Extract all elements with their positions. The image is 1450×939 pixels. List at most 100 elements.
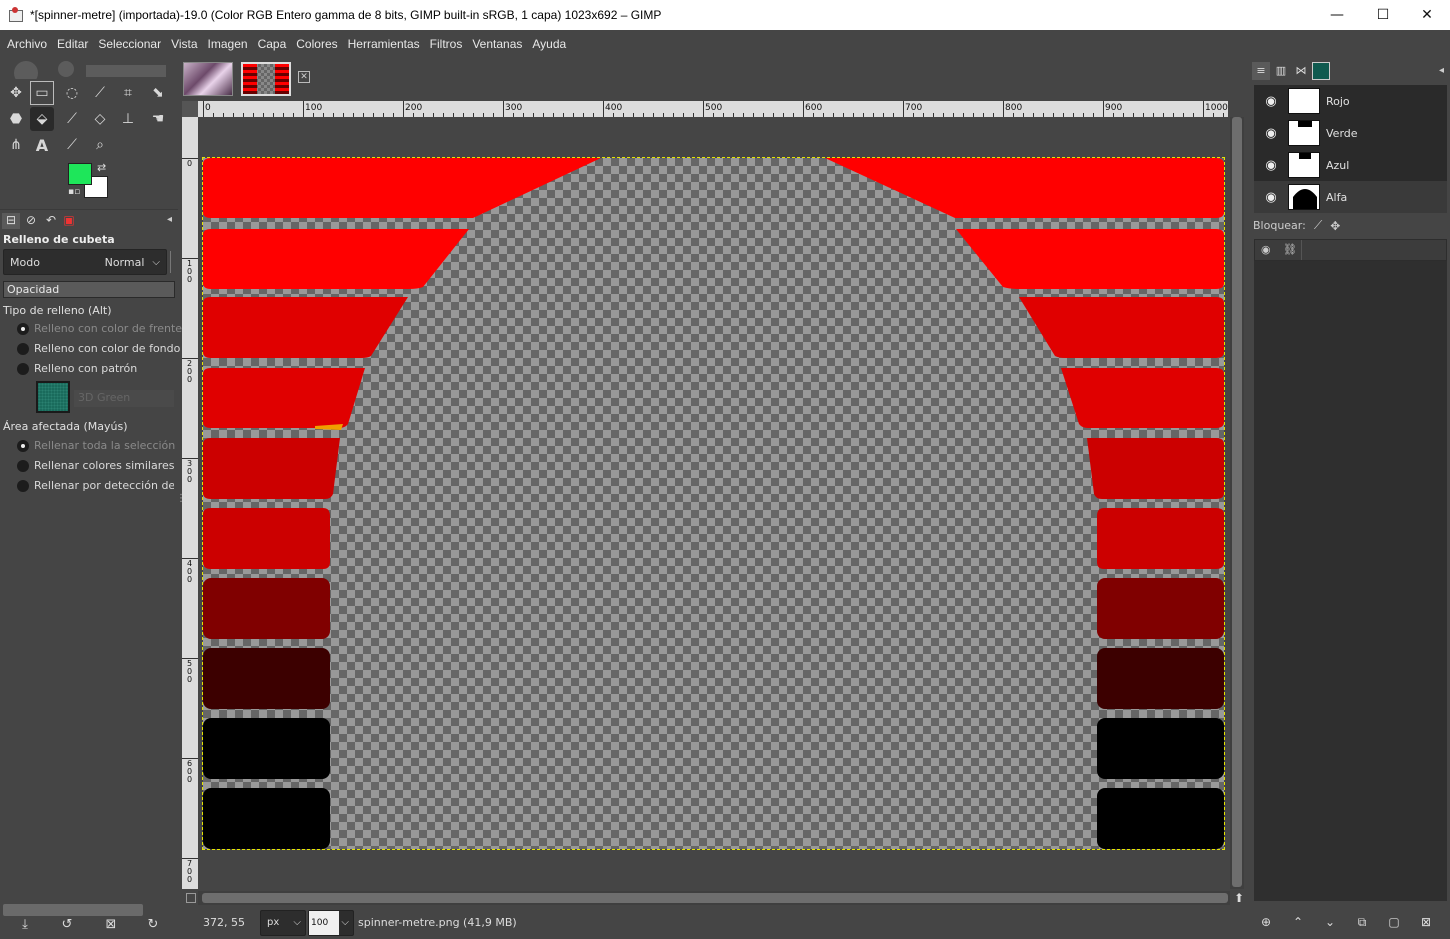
maximize-button[interactable]: ☐ [1360, 0, 1406, 30]
navigate-icon[interactable]: ⬆ [1234, 891, 1244, 905]
channel-name[interactable]: Alfa [1326, 191, 1347, 204]
lock-position-icon[interactable]: ✥ [1330, 219, 1340, 233]
channels-tab-icon[interactable]: ▥ [1272, 62, 1290, 80]
ruler-corner[interactable] [182, 101, 198, 117]
fill-fg-label[interactable]: Relleno con color de frente [34, 322, 182, 335]
menu-herramientas[interactable]: Herramientas [343, 37, 425, 51]
image-tab-thumbnail-2[interactable] [241, 62, 291, 96]
vertical-scrollbar[interactable] [1230, 117, 1244, 889]
horizontal-ruler[interactable]: 0 100 200 300 400 500 600 700 800 900 1000 [198, 101, 1228, 117]
paths-tool-icon[interactable]: ⋔ [4, 133, 28, 157]
zoom-select[interactable]: 100 % ⌵ [308, 910, 354, 936]
smudge-tool-icon[interactable]: ☚ [146, 107, 170, 131]
menu-editar[interactable]: Editar [52, 37, 93, 51]
close-tab-icon[interactable]: ✕ [298, 71, 310, 83]
options-scrollbar[interactable] [3, 904, 143, 916]
close-button[interactable]: ✕ [1404, 0, 1450, 30]
area-line-art-label[interactable]: Rellenar por detección de art [34, 479, 174, 492]
fill-pattern-radio[interactable] [17, 363, 29, 375]
horizontal-scrollbar[interactable] [198, 891, 1230, 905]
area-selection-label[interactable]: Rellenar toda la selección [34, 439, 175, 452]
raise-icon[interactable]: ⌃ [1282, 915, 1314, 939]
fill-bg-radio[interactable] [17, 343, 29, 355]
crop-tool-icon[interactable]: ⌗ [116, 81, 140, 105]
title-bar: *[spinner-metre] (importada)-19.0 (Color… [0, 0, 1450, 30]
colormap-tab-icon[interactable] [1312, 62, 1330, 80]
configure-tab-icon[interactable]: ◂ [167, 214, 172, 225]
menu-ventanas[interactable]: Ventanas [467, 37, 527, 51]
area-line-art-radio[interactable] [17, 480, 29, 492]
foreground-color-swatch[interactable] [68, 163, 92, 185]
area-selection-radio[interactable] [17, 440, 29, 452]
duplicate-icon[interactable]: ⧉ [1346, 915, 1378, 939]
lower-icon[interactable]: ⌄ [1314, 915, 1346, 939]
mode-reset-icon[interactable] [170, 251, 176, 273]
menu-capa[interactable]: Capa [253, 37, 292, 51]
chevron-down-icon: ⌵ [152, 256, 160, 268]
to-selection-icon[interactable]: ▢ [1378, 915, 1410, 939]
fill-pattern-label[interactable]: Relleno con patrón [34, 362, 137, 375]
channel-name[interactable]: Rojo [1326, 95, 1350, 108]
channel-row[interactable]: ◉ Azul [1254, 149, 1447, 181]
menu-archivo[interactable]: Archivo [2, 37, 52, 51]
unit-value: px [267, 917, 280, 928]
tool-options-tab-icon[interactable]: ⊟ [2, 213, 20, 229]
restore-options-icon[interactable]: ↺ [56, 917, 78, 937]
paths-tab-icon[interactable]: ⋈ [1292, 62, 1310, 80]
new-channel-icon[interactable]: ⊕ [1250, 915, 1282, 939]
free-select-tool-icon[interactable]: ◌ [60, 81, 84, 105]
unified-transform-tool-icon[interactable]: ⬊ [146, 81, 170, 105]
text-tool-icon[interactable]: A [30, 133, 54, 157]
lock-pixels-icon[interactable]: ⟋ [1314, 218, 1322, 233]
vertical-ruler[interactable]: 0 1 0 0 2 0 0 3 0 0 4 0 0 5 0 0 6 0 0 7 0 0 [182, 117, 198, 889]
image-tab-thumbnail-1[interactable] [183, 62, 233, 96]
layers-tab-icon[interactable]: ≡ [1252, 62, 1270, 80]
menu-imagen[interactable]: Imagen [203, 37, 253, 51]
menu-ayuda[interactable]: Ayuda [527, 37, 571, 51]
fill-fg-radio[interactable] [17, 323, 29, 335]
device-status-tab-icon[interactable]: ⊘ [22, 213, 40, 229]
eye-icon[interactable]: ◉ [1258, 190, 1284, 205]
images-tab-icon[interactable]: ▣ [60, 213, 78, 229]
opacity-slider[interactable]: Opacidad [3, 281, 175, 298]
fuzzy-select-tool-icon[interactable]: ⟋ [88, 81, 112, 105]
pattern-swatch[interactable] [36, 381, 70, 413]
paintbrush-tool-icon[interactable]: ⟋ [60, 107, 84, 131]
menu-filtros[interactable]: Filtros [425, 37, 468, 51]
eye-icon[interactable]: ◉ [1258, 158, 1284, 173]
delete-options-icon[interactable]: ⊠ [100, 917, 122, 937]
area-similar-radio[interactable] [17, 460, 29, 472]
zoom-value[interactable]: 100 % [309, 911, 339, 935]
reset-options-icon[interactable]: ↻ [142, 917, 164, 937]
move-tool-icon[interactable]: ✥ [4, 81, 28, 105]
minimize-button[interactable]: — [1314, 0, 1360, 30]
delete-icon[interactable]: ⊠ [1410, 915, 1442, 939]
eraser-tool-icon[interactable]: ◇ [88, 107, 112, 131]
clone-tool-icon[interactable]: ⊥ [116, 107, 140, 131]
channel-row[interactable]: ◉ Verde [1254, 117, 1447, 149]
warp-tool-icon[interactable]: ⬣ [4, 107, 28, 131]
save-options-icon[interactable]: ⤓ [14, 917, 36, 937]
quick-mask-toggle-icon[interactable] [186, 893, 196, 903]
swap-colors-icon[interactable]: ⇄ [97, 161, 106, 174]
reset-colors-icon[interactable]: ▪▫ [68, 187, 80, 197]
eye-icon[interactable]: ◉ [1258, 126, 1284, 141]
configure-tab-icon[interactable]: ◂ [1439, 65, 1444, 76]
color-picker-tool-icon[interactable]: ⟋ [60, 133, 84, 157]
bucket-fill-tool-icon[interactable]: ⬙ [30, 107, 54, 131]
channel-row[interactable]: ◉ Rojo [1254, 85, 1447, 117]
channel-name[interactable]: Verde [1326, 127, 1358, 140]
eye-icon[interactable]: ◉ [1258, 94, 1284, 109]
menu-seleccionar[interactable]: Seleccionar [93, 37, 166, 51]
rect-select-tool-icon[interactable]: ▭ [30, 81, 54, 105]
fill-bg-label[interactable]: Relleno con color de fondo [34, 342, 180, 355]
undo-history-tab-icon[interactable]: ↶ [42, 213, 60, 229]
unit-select[interactable]: px ⌵ [260, 910, 306, 936]
menu-vista[interactable]: Vista [166, 37, 202, 51]
area-similar-label[interactable]: Rellenar colores similares [34, 459, 175, 472]
channel-row[interactable]: ◉ Alfa [1254, 181, 1447, 213]
menu-colores[interactable]: Colores [291, 37, 342, 51]
mode-select[interactable]: Modo Normal ⌵ [3, 249, 167, 275]
zoom-tool-icon[interactable]: ⌕ [88, 133, 112, 157]
channel-name[interactable]: Azul [1326, 159, 1349, 172]
